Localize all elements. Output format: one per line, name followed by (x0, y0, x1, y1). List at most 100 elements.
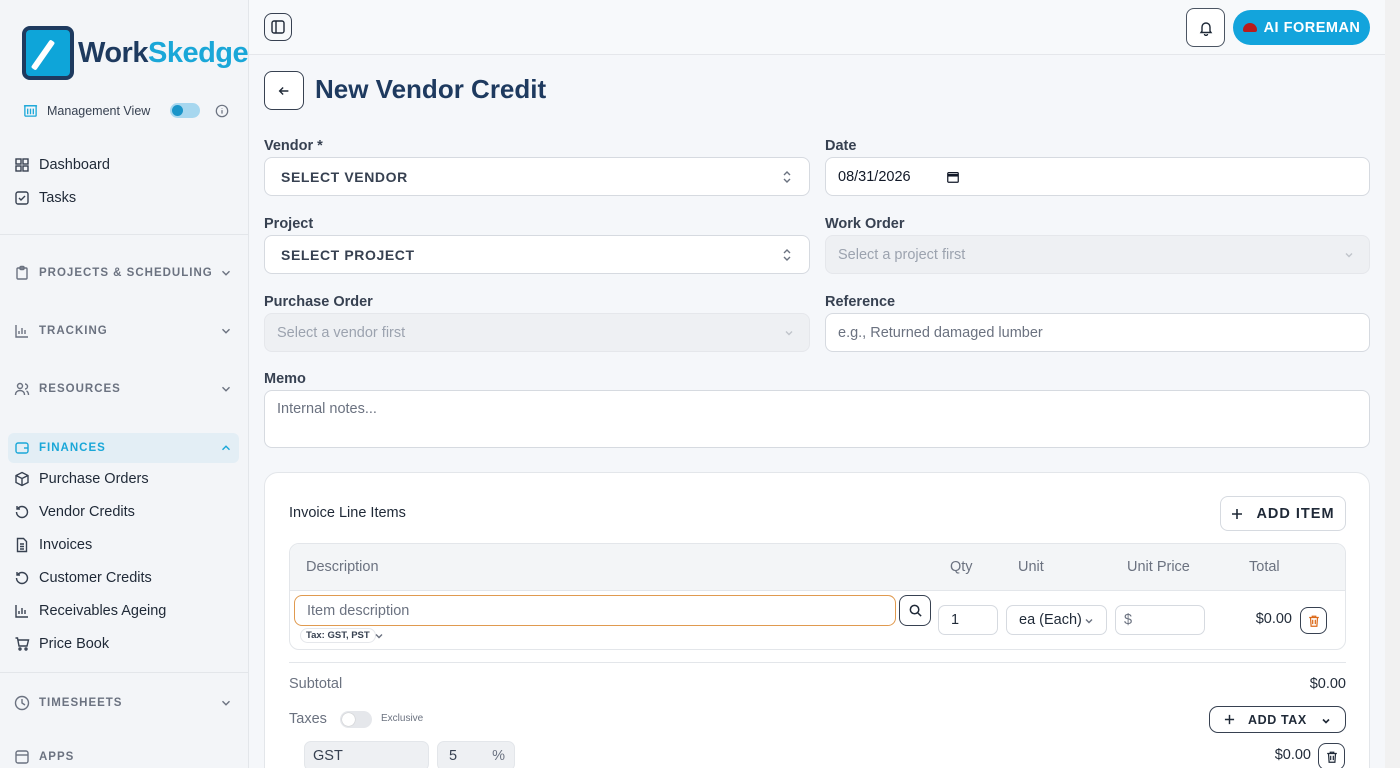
ai-foreman-label: AI FOREMAN (1263, 19, 1361, 36)
sidebar-item-label: Receivables Ageing (39, 603, 167, 619)
unit-select[interactable]: ea (Each) (1006, 605, 1107, 635)
qty-input[interactable]: 1 (938, 605, 998, 635)
rotate-icon (15, 571, 29, 585)
project-label: Project (264, 216, 314, 232)
summary-divider (289, 662, 1346, 663)
sidebar-item-invoices[interactable]: Invoices (14, 530, 239, 560)
column-total: Total (1249, 559, 1280, 575)
calendar-icon[interactable] (946, 170, 960, 184)
toggle-sidebar-button[interactable] (264, 13, 292, 41)
chevron-down-icon[interactable] (373, 630, 385, 642)
sidebar-item-purchase-orders[interactable]: Purchase Orders (14, 464, 239, 494)
section-label: TIMESHEETS (39, 697, 123, 709)
sidebar-item-tasks[interactable]: Tasks (14, 183, 239, 213)
section-resources[interactable]: RESOURCES (14, 374, 239, 404)
tax-badge[interactable]: Tax: GST, PST (300, 628, 376, 643)
tax-exclusive-toggle[interactable] (340, 711, 372, 728)
top-bar: AI FOREMAN (249, 0, 1385, 55)
bar-chart-icon (15, 325, 28, 338)
section-projects-scheduling[interactable]: PROJECTS & SCHEDULING (14, 258, 239, 288)
sidebar-item-label: Purchase Orders (39, 471, 149, 487)
taxes-label: Taxes (289, 711, 327, 727)
item-search-button[interactable] (899, 595, 931, 626)
ai-foreman-button[interactable]: AI FOREMAN (1233, 10, 1370, 45)
tax-rate-value: 5 (449, 748, 458, 764)
unit-price-input[interactable]: $ (1115, 605, 1205, 635)
sidebar-item-customer-credits[interactable]: Customer Credits (14, 563, 239, 593)
trash-icon (1326, 751, 1337, 763)
vendor-select[interactable]: SELECT VENDOR (264, 157, 810, 196)
item-description-input[interactable]: Item description (294, 595, 896, 626)
plus-icon (1224, 714, 1235, 725)
clock-icon (14, 695, 30, 711)
chevron-down-icon (1345, 253, 1353, 258)
project-select[interactable]: SELECT PROJECT (264, 235, 810, 274)
sidebar-item-label: Tasks (39, 190, 77, 206)
info-icon[interactable] (215, 104, 229, 118)
page-scrollbar[interactable] (1385, 0, 1400, 768)
memo-textarea[interactable]: Internal notes... (264, 390, 1370, 448)
rotate-icon (15, 505, 29, 519)
bell-icon (1199, 21, 1212, 36)
add-item-button[interactable]: ADD ITEM (1220, 496, 1346, 531)
logo-text: WorkSkedge (78, 36, 249, 69)
chevron-up-icon (222, 445, 230, 451)
purchase-order-label: Purchase Order (264, 294, 373, 310)
hammer-logo-icon (22, 26, 74, 80)
chevron-down-icon (222, 328, 230, 334)
reference-placeholder: e.g., Returned damaged lumber (838, 324, 1043, 341)
section-tracking[interactable]: TRACKING (14, 316, 239, 346)
page-title: New Vendor Credit (315, 74, 547, 104)
add-tax-button[interactable]: ADD TAX (1209, 706, 1346, 733)
grid-icon (15, 158, 29, 172)
work-order-select[interactable]: Select a project first (825, 235, 1370, 274)
management-view-label: Management View (47, 103, 151, 118)
subtotal-label: Subtotal (289, 676, 343, 692)
back-button[interactable] (264, 71, 304, 110)
section-timesheets[interactable]: TIMESHEETS (14, 688, 239, 718)
tax-name-value: GST (313, 748, 343, 764)
delete-tax-button[interactable] (1318, 743, 1345, 768)
arrow-left-icon (278, 86, 289, 95)
date-input[interactable]: 08/31/2026 (825, 157, 1370, 196)
memo-label: Memo (264, 371, 306, 387)
table-header: Description Qty Unit Unit Price Total (290, 544, 1345, 591)
checkbox-icon (15, 191, 29, 205)
price-prefix: $ (1124, 612, 1133, 628)
tax-name-input[interactable]: GST (304, 741, 429, 768)
management-view-row: Management View (22, 103, 232, 118)
reference-label: Reference (825, 294, 896, 310)
management-view-toggle[interactable] (170, 103, 201, 118)
clipboard-icon (16, 265, 28, 280)
sidebar-item-label: Customer Credits (39, 570, 152, 586)
work-order-label: Work Order (825, 216, 905, 232)
sidebar: WorkSkedge Management View Dashboard Tas… (0, 0, 249, 768)
delete-line-button[interactable] (1300, 607, 1327, 634)
tax-rate-input[interactable]: 5 % (437, 741, 515, 768)
sidebar-item-vendor-credits[interactable]: Vendor Credits (14, 497, 239, 527)
subtotal-value: $0.00 (1309, 676, 1346, 692)
workskedge-logo[interactable]: WorkSkedge (22, 26, 249, 80)
section-finances[interactable]: FINANCES (8, 433, 239, 463)
purchase-order-select[interactable]: Select a vendor first (264, 313, 810, 352)
chevrons-up-down-icon (783, 171, 791, 183)
section-apps[interactable]: APPS (14, 742, 239, 768)
sidebar-item-label: Price Book (39, 636, 110, 652)
sidebar-item-dashboard[interactable]: Dashboard (14, 150, 239, 180)
section-label: RESOURCES (39, 383, 121, 395)
section-label: APPS (39, 751, 75, 763)
reference-input[interactable]: e.g., Returned damaged lumber (825, 313, 1370, 352)
sidebar-panel-icon (271, 20, 285, 34)
work-order-placeholder: Select a project first (838, 246, 966, 263)
sidebar-item-price-book[interactable]: Price Book (14, 629, 239, 659)
unit-value: ea (Each) (1019, 612, 1082, 628)
chevron-down-icon (1085, 619, 1093, 624)
chevron-down-icon (785, 331, 793, 336)
box-icon (15, 471, 29, 487)
sidebar-item-receivables-ageing[interactable]: Receivables Ageing (14, 596, 239, 626)
notifications-button[interactable] (1186, 8, 1225, 47)
line-total: $0.00 (1255, 611, 1292, 627)
search-icon (909, 604, 922, 617)
apps-icon (15, 750, 29, 764)
chevron-down-icon (222, 386, 230, 392)
